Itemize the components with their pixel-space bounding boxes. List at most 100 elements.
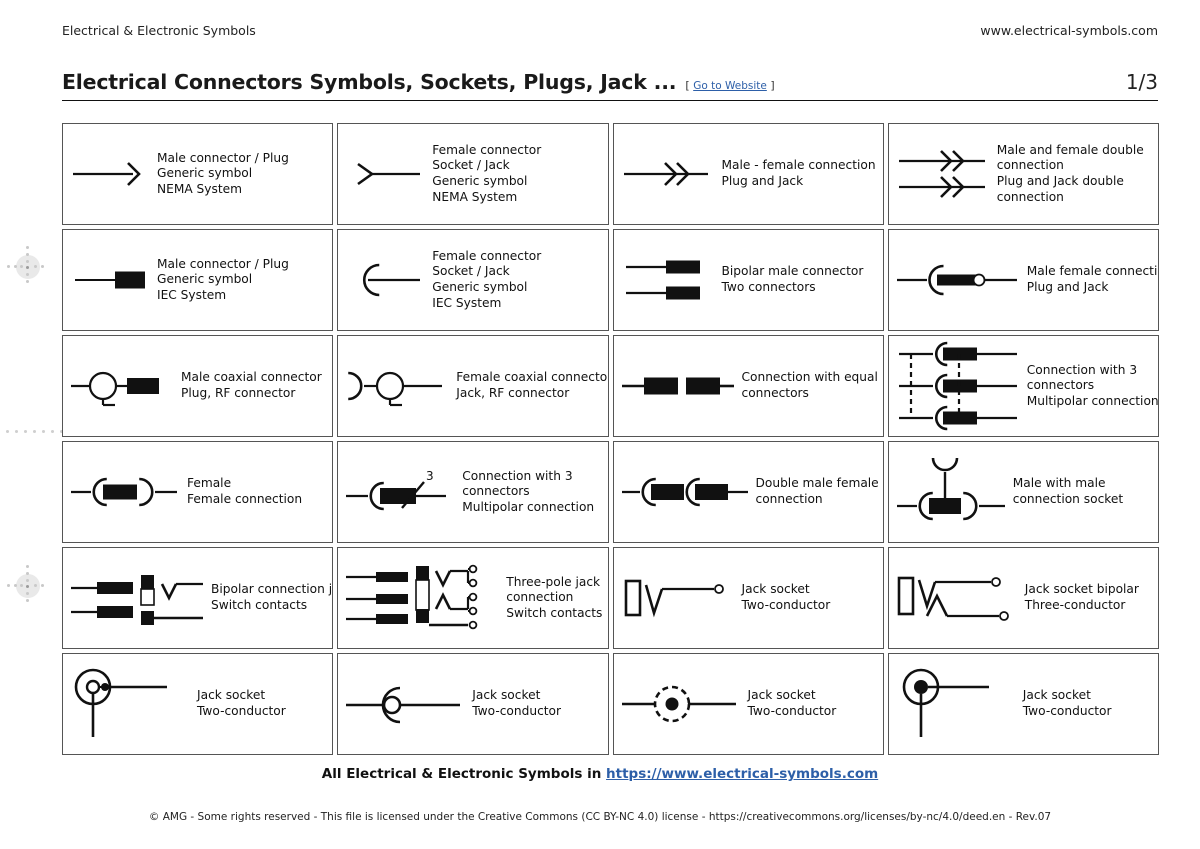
symbol-label-line: Connection with 3 — [462, 468, 573, 483]
top-bar: Electrical & Electronic Symbols www.elec… — [62, 23, 1158, 38]
symbol-cell-connection-3-connectors-multi: Connection with 3 connectors Multipolar co… — [887, 335, 1159, 437]
symbol-label-line: Two-conductor — [197, 704, 286, 718]
double-chevron-line-icon — [618, 144, 718, 204]
symbol-label: Jack socket Two-conductor — [1019, 688, 1112, 719]
arc-open-right-icon — [342, 250, 428, 310]
symbol-label: Female coaxial connector Jack, RF connect… — [452, 370, 609, 401]
symbol-label-line: connection — [996, 189, 1064, 204]
symbol-label: Jack socket Two-conductor — [193, 688, 286, 719]
symbol-cell-double-male-female-connection: Double male female connection — [612, 441, 884, 543]
c-arc-ring-line-icon — [342, 674, 468, 734]
symbol-label-line: Generic symbol — [157, 272, 253, 287]
symbol-label-line: Two-conductor — [747, 704, 837, 718]
go-to-website-link[interactable]: Go to Website — [693, 80, 767, 92]
two-bars-inline-icon — [618, 356, 738, 416]
symbol-grid: Male connector / Plug Generic symbol NEMA … — [62, 123, 1159, 755]
symbol-label-line: NEMA System — [157, 181, 242, 196]
jack-threepole-switch-icon — [342, 561, 502, 635]
symbol-label-line: Socket / Jack — [432, 264, 510, 279]
symbol-label: Male with male connection socket — [1009, 476, 1123, 507]
coax-male-icon — [67, 355, 177, 417]
symbol-label-line: connectors — [741, 386, 809, 400]
coax-female-icon — [342, 355, 452, 417]
double-chevron-two-lines-icon — [893, 139, 993, 209]
arc-bar-slash-3-icon: 3 — [342, 460, 458, 524]
symbol-label-line: Jack socket — [741, 582, 810, 597]
symbol-cell-male-female-connection-iec: Male female connection Plug and Jack — [887, 229, 1159, 331]
symbol-label-line: Female connector — [432, 248, 542, 263]
symbol-label-line: Plug and Jack double — [996, 174, 1124, 188]
symbol-label-line: Jack socket bipolar — [1024, 582, 1139, 597]
symbol-label-line: connection — [755, 492, 823, 506]
symbol-label: Female Female connection — [183, 476, 302, 507]
symbol-label-line: Female connection — [187, 492, 303, 506]
arrow-right-icon — [67, 144, 153, 204]
bracket-open: [ — [685, 79, 690, 92]
symbol-label: Jack socket bipolar Three-conductor — [1021, 582, 1139, 613]
circle-dot-tail-icon — [893, 661, 1019, 747]
symbol-label: Double male female connection — [752, 476, 879, 507]
symbol-label: Female connector Socket / Jack Generic sym… — [428, 249, 541, 311]
symbol-label-line: Plug, RF connector — [181, 386, 296, 400]
symbol-cell-male-connector-plug-nema: Male connector / Plug Generic symbol NEMA … — [62, 123, 334, 225]
symbol-cell-bipolar-male-connector: Bipolar male connector Two connectors — [612, 229, 884, 331]
symbol-label-line: Generic symbol — [157, 166, 253, 181]
symbol-label: Connection with 3 connectors Multipolar co… — [458, 469, 594, 516]
symbol-cell-female-connector-socket-iec: Female connector Socket / Jack Generic sym… — [337, 229, 609, 331]
symbol-cell-female-connector-socket-nema: Female connector Socket / Jack Generic sym… — [337, 123, 609, 225]
registration-mark-bottom — [5, 563, 51, 609]
symbol-cell-jack-socket-two-conductor-d: Jack socket Two-conductor — [612, 653, 884, 755]
symbol-cell-male-connector-plug-iec: Male connector / Plug Generic symbol IEC S… — [62, 229, 334, 331]
symbol-label: Male - female connection Plug and Jack — [718, 158, 876, 189]
symbol-label-line: Switch contacts — [506, 605, 603, 620]
symbol-cell-jack-socket-two-conductor-c: Jack socket Two-conductor — [337, 653, 609, 755]
symbol-label: Jack socket Two-conductor — [744, 688, 837, 719]
jack-socket-v-a-icon — [893, 564, 1021, 632]
symbol-label-line: connectors — [1026, 378, 1095, 393]
symbol-label-line: Female connector — [432, 142, 542, 157]
symbol-label-line: Jack socket — [1022, 688, 1091, 703]
breadcrumb: Electrical & Electronic Symbols — [62, 23, 256, 38]
symbol-label: Jack socket Two-conductor — [738, 582, 831, 613]
symbol-label-line: Jack socket — [472, 688, 541, 703]
symbol-label: Connection with 3 connectors Multipolar co… — [1023, 362, 1158, 410]
symbol-cell-jack-socket-two-conductor-e: Jack socket Two-conductor — [887, 653, 1159, 755]
bracket-close: ] — [770, 79, 775, 92]
symbol-label-line: connection — [506, 590, 574, 605]
symbol-label: Jack socket Two-conductor — [468, 688, 561, 719]
footer-main: All Electrical & Electronic Symbols in h… — [0, 766, 1200, 782]
symbol-label-line: Two-conductor — [741, 598, 831, 612]
page-number: 1/3 — [1125, 70, 1158, 94]
symbol-label: Bipolar male connector Two connectors — [718, 264, 864, 295]
symbol-label-line: Connection with 3 — [1026, 362, 1138, 377]
footer-legal: © AMG - Some rights reserved - This file… — [148, 811, 1052, 823]
symbol-cell-connection-3-connectors-slash: 3 Connection with 3 connectors Multipolar c… — [337, 441, 609, 543]
symbol-label-line: connection socket — [1012, 492, 1124, 506]
symbol-cell-male-female-connection: Male - female connection Plug and Jack — [612, 123, 884, 225]
symbol-label-line: Male connector / Plug — [157, 256, 289, 271]
circle-ring-tail-icon — [67, 661, 193, 747]
symbol-label-line: connection — [996, 158, 1064, 173]
footer-main-prefix: All Electrical & Electronic Symbols in — [321, 766, 607, 782]
symbol-label-line: Double male female — [755, 476, 879, 491]
symbol-label-line: Female coaxial connector — [456, 370, 609, 385]
symbol-label: Connection with equal connectors — [738, 370, 878, 401]
symbol-label-line: Male with male — [1012, 476, 1106, 491]
symbol-cell-female-female-connection: Female Female connection — [62, 441, 334, 543]
arc-bar-arc-icon — [67, 462, 183, 522]
symbol-label: Three-pole jack connection Switch contacts — [502, 575, 602, 622]
symbol-label-line: Multipolar connection — [462, 499, 595, 514]
symbol-label-line: Plug and Jack — [1026, 280, 1109, 294]
symbol-label-line: Three-conductor — [1024, 598, 1126, 612]
symbol-label-line: Male coaxial connector — [181, 370, 322, 385]
symbol-label-line: Switch contacts — [211, 598, 308, 612]
title-row: Electrical Connectors Symbols, Sockets, … — [62, 70, 1158, 101]
page-title: Electrical Connectors Symbols, Sockets, … — [62, 70, 677, 94]
symbol-label-line: Female — [187, 476, 232, 491]
symbol-label-line: Bipolar connection jack — [211, 582, 333, 597]
footer-site-link[interactable]: https://www.electrical-symbols.com — [606, 766, 878, 782]
symbol-label: Male and female double connection Plug and… — [993, 143, 1144, 205]
jack-bipolar-switch-icon — [67, 566, 207, 630]
symbol-label-line: Two connectors — [721, 280, 816, 294]
symbol-label-line: Male and female double — [996, 142, 1144, 157]
